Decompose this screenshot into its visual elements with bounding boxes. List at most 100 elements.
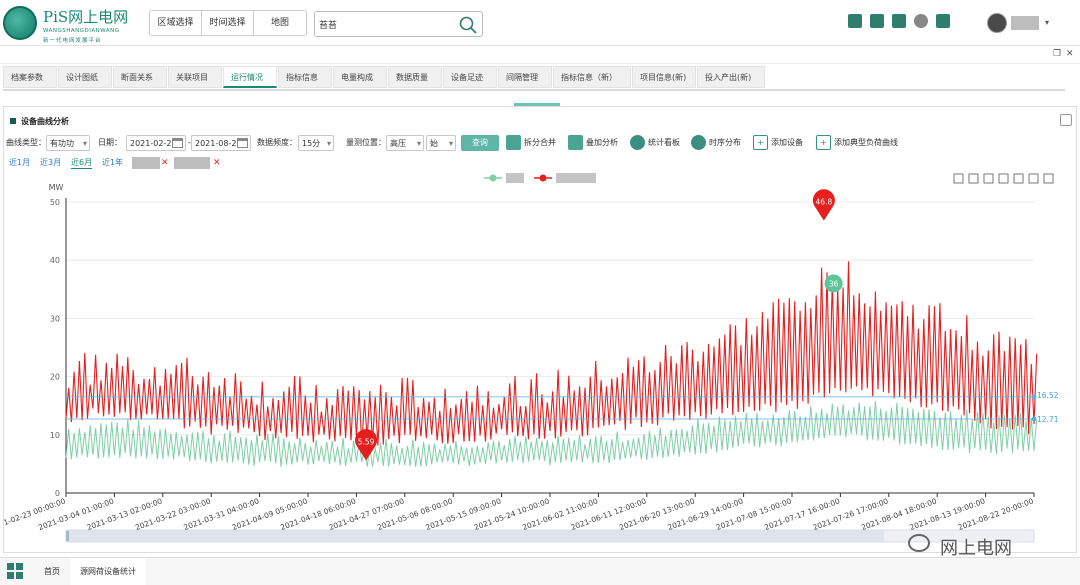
remove-icon[interactable]: ✕ [161,157,169,169]
username-redacted [1011,16,1039,30]
toolbox-icon-1 [968,173,979,184]
search-box [314,11,483,37]
range-1y[interactable]: 近1年 [102,157,123,169]
data-zoom-range [66,530,884,542]
search-input[interactable] [319,15,454,33]
split-merge-button[interactable]: 拆分合并 [506,135,556,151]
region-select-button[interactable]: 区域选择 [150,11,202,35]
tab-10[interactable]: 指标信息（新） [553,66,631,88]
tab-12[interactable]: 投入产出(新) [697,66,765,88]
toolbox-icon-4 [1013,173,1024,184]
y-tick-label: 10 [50,431,60,440]
tab-device-stats[interactable]: 源网荷设备统计 [70,558,146,585]
data-zoom-handle [66,531,69,541]
freq-label: 数据频度： [257,138,297,147]
watermark: 网上电网 [940,538,1012,559]
mark-line-label: 16.52 [1037,391,1059,400]
time-dist-label: 时序分布 [709,138,741,147]
tab-home[interactable]: 首页 [34,558,71,585]
contacts-icon[interactable] [892,14,906,28]
mark-line-label: 12.71 [1037,415,1059,424]
tab-0[interactable]: 档案参数 [3,66,57,88]
y-tick-label: 40 [50,256,60,265]
x-tick-label: 2021-02-23 00:00:00 [4,496,67,532]
window-bar: ❐ ✕ [0,46,1080,64]
y-tick-label: 0 [55,489,60,498]
max-mark-point-label: 46.8 [816,198,833,207]
overlay-icon [568,135,583,150]
panel-title: 设备曲线分析 [10,116,69,127]
range-3m[interactable]: 近3月 [40,157,61,169]
tab-7[interactable]: 数据质量 [388,66,442,88]
min-mark-point-label: 5.59 [358,437,375,446]
tab-6[interactable]: 电量构成 [333,66,387,88]
tab-1[interactable]: 设计图纸 [58,66,112,88]
curve-type-select[interactable]: 有功功 [46,135,90,151]
search-icon[interactable] [458,15,478,35]
restore-icon[interactable]: ❐ [1053,49,1061,59]
toolbox-icon-3 [998,173,1009,184]
add-device-button[interactable]: + 添加设备 [753,135,803,151]
maximize-icon[interactable] [1060,114,1072,126]
chevron-down-icon[interactable]: ▾ [1045,18,1049,27]
time-select-button[interactable]: 时间选择 [202,11,254,35]
measure-select-2[interactable]: 始 [426,135,456,151]
range-1m[interactable]: 近1月 [9,157,30,169]
close-icon[interactable]: ✕ [1066,49,1074,59]
y-tick-label: 30 [50,314,60,323]
pie-chart-icon [630,135,645,150]
tab-4[interactable]: 运行情况 [223,66,277,88]
series-line-1 [65,261,1038,446]
calendar-icon[interactable] [172,138,183,148]
toolbox-icon-6 [1043,173,1054,184]
avatar[interactable] [987,13,1007,33]
time-dist-button[interactable]: 时序分布 [691,135,741,151]
tab-5[interactable]: 指标信息 [278,66,332,88]
query-button[interactable]: 查询 [461,135,499,151]
help-icon[interactable] [914,14,928,28]
tab-bar: 档案参数 设计图纸 断面关系 关联项目 运行情况 指标信息 电量构成 数据质量 设备足迹 间隔管理… [3,66,1080,90]
stats-board-button[interactable]: 统计看板 [630,135,680,151]
logo: PiS网上电网 WANGSHANGDIANWANG 新一代电网发展平台 [3,4,143,44]
globe-logo-icon [3,6,37,40]
tab-8[interactable]: 设备足迹 [443,66,497,88]
date-from-input[interactable]: 2021-02-2 [126,135,186,151]
apps-grid-icon[interactable] [7,563,23,579]
freq-select[interactable]: 15分 [298,135,334,151]
max-mark-point: 46.8 [812,189,835,221]
load-curve-chart: 01020304050MW2021-02-23 00:00:002021-03-… [4,173,1059,543]
curve-type-label: 曲线类型： [6,138,46,147]
add-typical-curve-button[interactable]: + 添加典型负荷曲线 [816,135,898,151]
overlay-label: 叠加分析 [586,138,618,147]
split-merge-label: 拆分合并 [524,138,556,147]
stats-board-label: 统计看板 [648,138,680,147]
plus-icon: + [753,135,768,150]
y-axis-label: MW [49,183,64,192]
mark-line-dot [1031,416,1037,422]
overlay-analysis-button[interactable]: 叠加分析 [568,135,618,151]
device-tag-1 [132,157,160,169]
add-device-label: 添加设备 [771,138,803,147]
map-button[interactable]: 地图 [254,11,306,35]
network-icon[interactable] [870,14,884,28]
clock-icon [691,135,706,150]
top-nav: 区域选择 时间选择 地图 [149,10,307,36]
tasks-icon[interactable] [848,14,862,28]
add-typical-curve-label: 添加典型负荷曲线 [834,138,898,147]
range-links: 近1月 近3月 近6月 近1年 ✕ ✕ [6,157,406,171]
tab-2[interactable]: 断面关系 [113,66,167,88]
range-6m[interactable]: 近6月 [71,157,93,169]
legend-marker-0 [489,174,497,182]
date-to-input[interactable]: 2021-08-2 [191,135,251,151]
tab-9[interactable]: 间隔管理 [498,66,552,88]
header-icons [848,14,950,28]
measure-select[interactable]: 高压 [386,135,424,151]
speaker-icon[interactable] [936,14,950,28]
device-tag-2 [174,157,210,169]
tab-3[interactable]: 关联项目 [168,66,222,88]
remove-icon[interactable]: ✕ [213,157,221,169]
tab-11[interactable]: 项目信息(新) [632,66,696,88]
y-tick-label: 50 [50,198,60,207]
legend-marker-1 [539,174,547,182]
calendar-icon[interactable] [237,138,248,148]
